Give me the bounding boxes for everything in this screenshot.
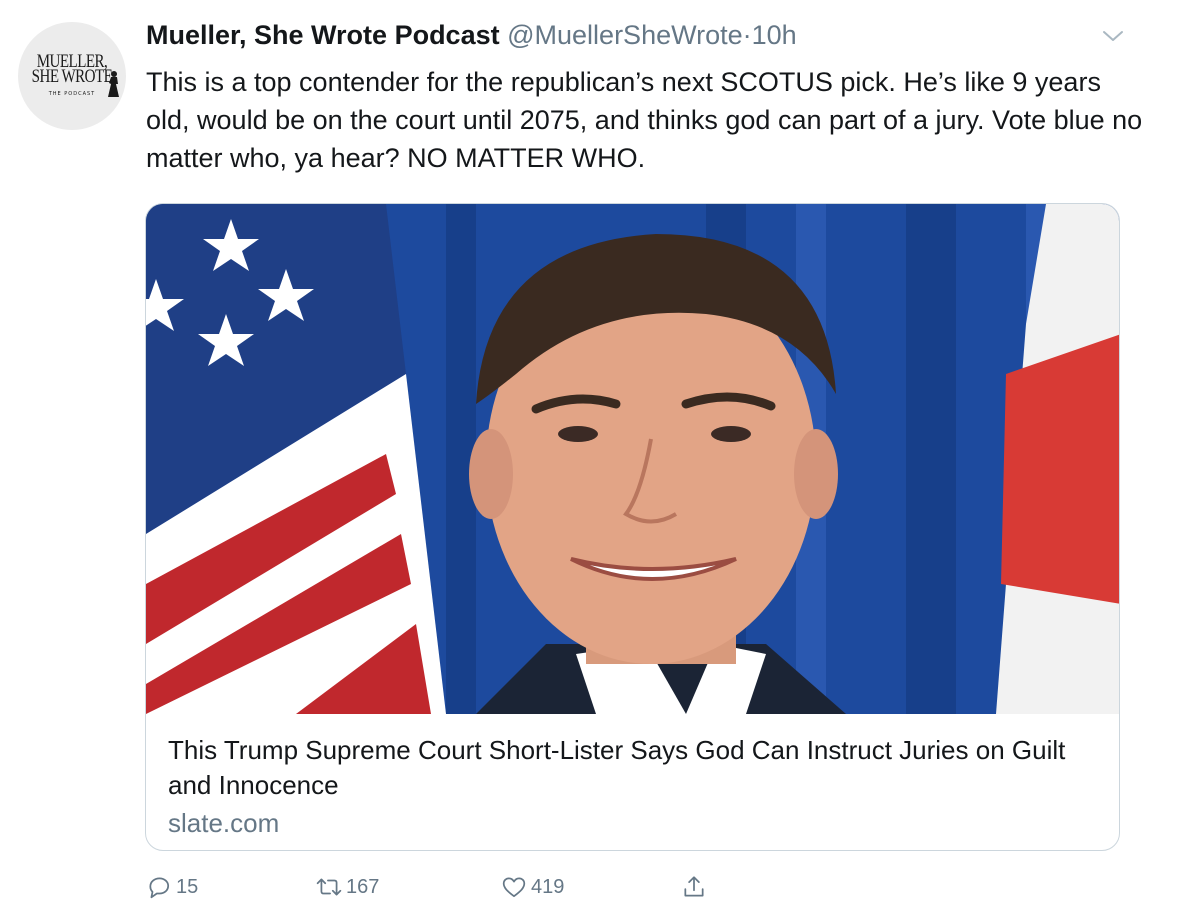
like-count: 419 (531, 875, 565, 898)
like-button[interactable]: 419 (501, 872, 564, 902)
avatar-logo-line-3: THE PODCAST (48, 91, 96, 97)
retweet-button[interactable]: 167 (316, 872, 379, 902)
separator-dot: · (742, 20, 752, 50)
tweet-text: This is a top contender for the republic… (146, 67, 1143, 173)
timestamp[interactable]: 10h (752, 20, 797, 50)
avatar-logo-line-2: SHE WROTE (31, 66, 113, 87)
card-domain: slate.com (168, 808, 280, 838)
user-handle[interactable]: @MuellerSheWrote (507, 20, 743, 50)
chevron-down-icon[interactable] (1100, 26, 1126, 46)
reply-icon (149, 877, 170, 899)
heart-icon (502, 877, 526, 898)
retweet-icon (316, 878, 342, 896)
retweet-count: 167 (346, 875, 380, 898)
avatar[interactable]: MUELLER, SHE WROTE THE PODCAST (18, 22, 126, 130)
tweet[interactable]: MUELLER, SHE WROTE THE PODCAST Mueller, … (0, 0, 1200, 920)
woman-silhouette-icon (108, 71, 119, 97)
reply-count: 15 (176, 875, 199, 898)
link-card[interactable]: This Trump Supreme Court Short-Lister Sa… (145, 203, 1120, 851)
card-title: This Trump Supreme Court Short-Lister Sa… (168, 735, 1066, 800)
tweet-header: Mueller, She Wrote Podcast @MuellerSheWr… (146, 18, 797, 52)
reply-button[interactable]: 15 (146, 872, 198, 902)
display-name[interactable]: Mueller, She Wrote Podcast (146, 20, 500, 50)
share-button[interactable] (681, 872, 711, 902)
share-icon (684, 876, 704, 897)
card-image (146, 204, 1119, 714)
